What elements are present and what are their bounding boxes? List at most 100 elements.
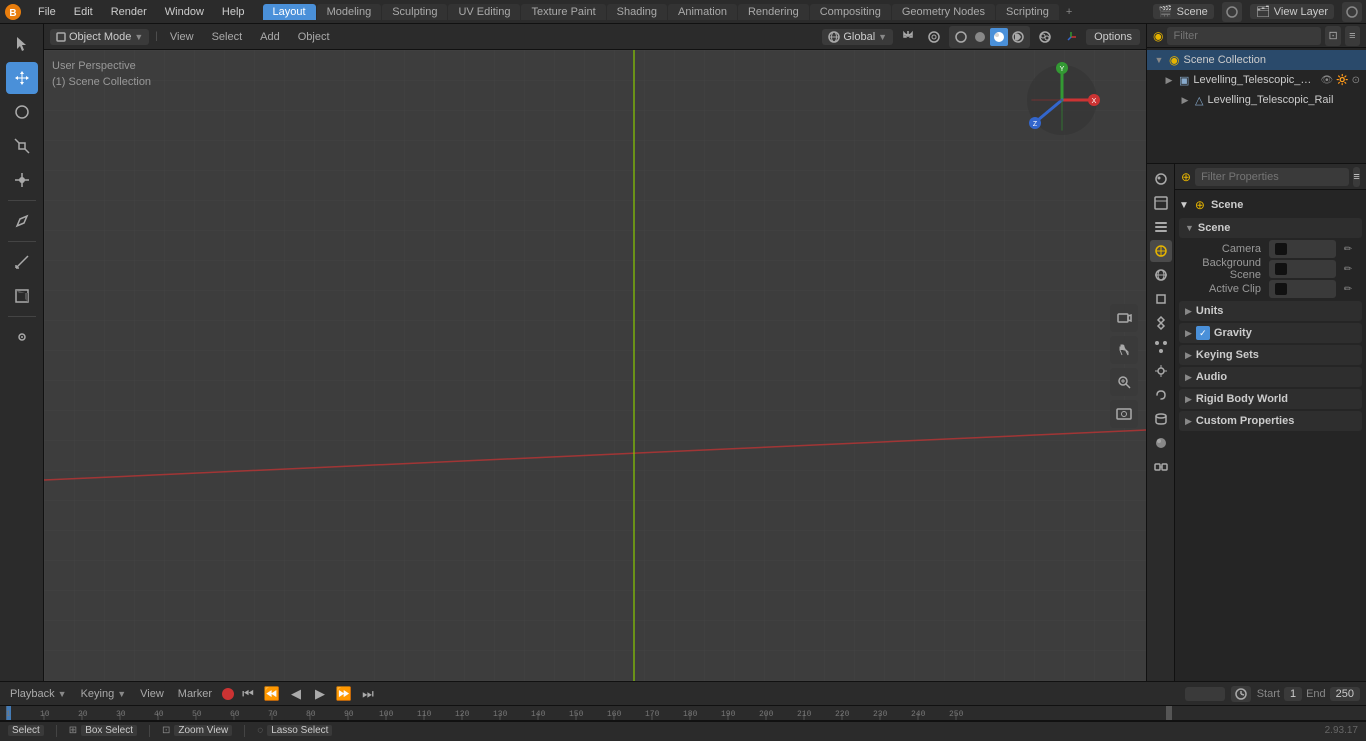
- tab-shading[interactable]: Shading: [607, 4, 667, 20]
- layer-link-btn[interactable]: [1342, 2, 1362, 22]
- start-frame-input[interactable]: 1: [1284, 687, 1302, 701]
- header-select-btn[interactable]: Select: [206, 29, 249, 45]
- tab-texture-paint[interactable]: Texture Paint: [521, 4, 605, 20]
- props-modifier-btn[interactable]: [1150, 312, 1172, 334]
- current-frame-input[interactable]: 1: [1185, 687, 1225, 701]
- audio-section-header[interactable]: ▶ Audio: [1179, 367, 1362, 387]
- tab-geometry-nodes[interactable]: Geometry Nodes: [892, 4, 995, 20]
- header-view-btn[interactable]: View: [164, 29, 200, 45]
- menu-edit[interactable]: Edit: [66, 4, 101, 20]
- step-forward-btn[interactable]: ⏩: [334, 684, 354, 704]
- item-select-icon-1[interactable]: ⊙: [1352, 75, 1360, 86]
- outliner-item-rail-001[interactable]: ▶ ▣ Levelling_Telescopic_Rail_001 👁 🔆 ⊙: [1147, 70, 1366, 90]
- tab-sculpting[interactable]: Sculpting: [382, 4, 447, 20]
- background-value-input[interactable]: [1269, 260, 1336, 278]
- active-clip-value-input[interactable]: [1269, 280, 1336, 298]
- wireframe-shading-btn[interactable]: [952, 28, 970, 46]
- outliner-search-input[interactable]: [1167, 27, 1321, 45]
- props-viewlayer-btn[interactable]: [1150, 216, 1172, 238]
- menu-file[interactable]: File: [30, 4, 64, 20]
- gizmo-toggle[interactable]: [1060, 26, 1082, 48]
- view-btn[interactable]: View: [136, 686, 168, 702]
- viewport-canvas[interactable]: User Perspective (1) Scene Collection X …: [44, 50, 1146, 681]
- props-filter-btn[interactable]: ≡: [1353, 167, 1360, 187]
- keying-sets-section-header[interactable]: ▶ Keying Sets: [1179, 345, 1362, 365]
- snap-toggle[interactable]: [897, 26, 919, 48]
- view-hand-btn[interactable]: [1110, 336, 1138, 364]
- tab-modeling[interactable]: Modeling: [317, 4, 382, 20]
- view-zoom-btn[interactable]: [1110, 368, 1138, 396]
- props-data-btn[interactable]: [1150, 408, 1172, 430]
- props-scene-btn[interactable]: [1150, 240, 1172, 262]
- step-back-btn[interactable]: ⏪: [262, 684, 282, 704]
- props-search-input[interactable]: [1195, 168, 1349, 186]
- props-particles-btn[interactable]: [1150, 336, 1172, 358]
- scene-selector[interactable]: 🎬 Scene: [1153, 4, 1214, 19]
- tool-move[interactable]: [6, 62, 38, 94]
- end-frame-input[interactable]: 250: [1330, 687, 1360, 701]
- header-add-btn[interactable]: Add: [254, 29, 286, 45]
- tab-layout[interactable]: Layout: [263, 4, 316, 20]
- props-constraints-btn[interactable]: [1150, 384, 1172, 406]
- jump-start-btn[interactable]: ⏮: [238, 684, 258, 704]
- record-btn[interactable]: [222, 688, 234, 700]
- view-camera-icon-btn[interactable]: [1110, 400, 1138, 428]
- header-object-btn[interactable]: Object: [292, 29, 336, 45]
- item-camera-icon-1[interactable]: 👁: [1320, 75, 1333, 86]
- tool-cursor[interactable]: [6, 28, 38, 60]
- tab-compositing[interactable]: Compositing: [810, 4, 891, 20]
- rendered-shading-btn[interactable]: [1009, 28, 1027, 46]
- outliner-filter-btn[interactable]: ⊡: [1325, 26, 1340, 46]
- item-toggle-2[interactable]: ▶: [1179, 94, 1191, 106]
- background-edit-btn[interactable]: ✏: [1340, 261, 1356, 277]
- keying-btn[interactable]: Keying ▼: [77, 686, 131, 702]
- tool-transform[interactable]: [6, 164, 38, 196]
- camera-value-input[interactable]: [1269, 240, 1336, 258]
- transform-global-selector[interactable]: Global ▼: [822, 29, 893, 45]
- units-section-header[interactable]: ▶ Units: [1179, 301, 1362, 321]
- solid-shading-btn[interactable]: [971, 28, 989, 46]
- play-reverse-btn[interactable]: ◀: [286, 684, 306, 704]
- marker-btn[interactable]: Marker: [174, 686, 216, 702]
- tab-animation[interactable]: Animation: [668, 4, 737, 20]
- play-btn[interactable]: ▶: [310, 684, 330, 704]
- tool-annotate[interactable]: [6, 205, 38, 237]
- tool-object-origin[interactable]: [6, 321, 38, 353]
- outliner-options-btn[interactable]: ≡: [1345, 26, 1360, 46]
- item-toggle-1[interactable]: ▶: [1163, 74, 1175, 86]
- tool-rotate[interactable]: [6, 96, 38, 128]
- props-material-btn[interactable]: [1150, 432, 1172, 454]
- timeline-scrollbar-end[interactable]: [1166, 705, 1172, 721]
- jump-end-btn[interactable]: ⏭: [358, 684, 378, 704]
- active-clip-edit-btn[interactable]: ✏: [1340, 281, 1356, 297]
- menu-help[interactable]: Help: [214, 4, 253, 20]
- scene-subsection-header[interactable]: ▼ Scene: [1179, 218, 1362, 238]
- proportional-toggle[interactable]: [923, 26, 945, 48]
- material-shading-btn[interactable]: [990, 28, 1008, 46]
- object-mode-selector[interactable]: Object Mode ▼: [50, 29, 149, 45]
- viewport-gizmo[interactable]: X Y Z: [1022, 60, 1102, 140]
- viewport-shading-group[interactable]: [949, 26, 1030, 48]
- gravity-section-header[interactable]: ▶ ✓ Gravity: [1179, 323, 1362, 343]
- layer-selector[interactable]: 🗂 View Layer: [1250, 4, 1334, 19]
- props-world-btn[interactable]: [1150, 264, 1172, 286]
- tab-scripting[interactable]: Scripting: [996, 4, 1059, 20]
- menu-render[interactable]: Render: [103, 4, 155, 20]
- tab-uv-editing[interactable]: UV Editing: [448, 4, 520, 20]
- props-output-btn[interactable]: [1150, 192, 1172, 214]
- custom-props-section-header[interactable]: ▶ Custom Properties: [1179, 411, 1362, 431]
- add-workspace-button[interactable]: +: [1060, 4, 1078, 20]
- gravity-checkbox[interactable]: ✓: [1196, 326, 1210, 340]
- view-camera-btn[interactable]: [1110, 304, 1138, 332]
- rigid-body-section-header[interactable]: ▶ Rigid Body World: [1179, 389, 1362, 409]
- camera-edit-btn[interactable]: ✏: [1340, 241, 1356, 257]
- tab-rendering[interactable]: Rendering: [738, 4, 809, 20]
- tool-add[interactable]: [6, 280, 38, 312]
- collection-toggle[interactable]: ▼: [1153, 54, 1165, 66]
- scene-link-btn[interactable]: [1222, 2, 1242, 22]
- props-object-btn[interactable]: [1150, 288, 1172, 310]
- props-physics-btn[interactable]: [1150, 360, 1172, 382]
- menu-window[interactable]: Window: [157, 4, 212, 20]
- tool-scale[interactable]: [6, 130, 38, 162]
- props-shaderfx-btn[interactable]: [1150, 456, 1172, 478]
